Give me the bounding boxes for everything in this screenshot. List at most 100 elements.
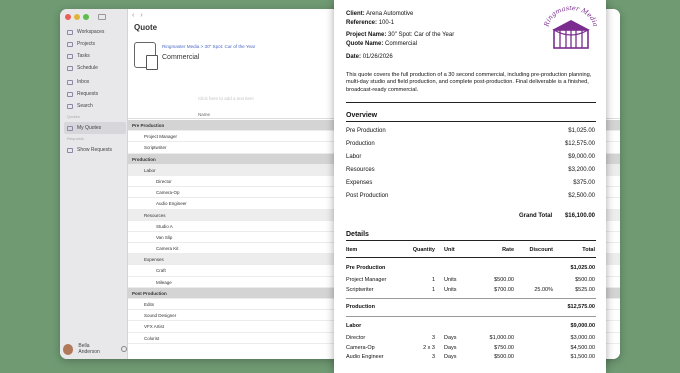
divider bbox=[346, 316, 596, 317]
sidebar-item-schedule[interactable]: Schedule bbox=[64, 62, 126, 74]
forward-button[interactable]: › bbox=[140, 12, 142, 19]
overview-label: Pre Production bbox=[346, 128, 386, 134]
client-value: Arena Automotive bbox=[366, 11, 414, 17]
details-col-item: Item bbox=[346, 247, 358, 253]
detail-unit: Units bbox=[444, 286, 457, 293]
details-col-quantity: Quantity bbox=[412, 247, 435, 253]
window-controls bbox=[65, 14, 106, 20]
row-name: Craft bbox=[156, 268, 166, 274]
row-name: Pre Production bbox=[132, 123, 165, 128]
row-name: Director bbox=[156, 178, 172, 184]
user-name: Bella Anderson bbox=[78, 343, 100, 355]
detail-total: $500.00 bbox=[575, 277, 595, 283]
current-user[interactable]: Bella Anderson bbox=[63, 343, 127, 355]
detail-item: Camera-Op bbox=[346, 344, 375, 351]
quote-report-sheet: Client: Arena Automotive Reference: 100-… bbox=[334, 0, 606, 373]
row-name: Edits bbox=[144, 302, 155, 307]
sidebar-item-label: Inbox bbox=[77, 79, 90, 85]
overview-amount: $2,500.00 bbox=[568, 193, 595, 199]
detail-quantity: 3 bbox=[431, 354, 435, 360]
sidebar-item-projects[interactable]: Projects bbox=[64, 38, 126, 50]
detail-total: $3,000.00 bbox=[570, 335, 595, 341]
row-name: VFX Artist bbox=[144, 324, 165, 330]
row-name: Sound Designer bbox=[144, 313, 177, 319]
sidebar-item-label: Workspaces bbox=[77, 29, 105, 35]
section-total: $1,025.00 bbox=[570, 265, 595, 271]
overview-label: Labor bbox=[346, 154, 362, 160]
quote-value: Commercial bbox=[385, 41, 418, 47]
project-value: 30" Spot: Car of the Year bbox=[388, 32, 455, 38]
sidebar-item-label: Requests bbox=[77, 91, 99, 97]
overview-heading: Overview bbox=[346, 112, 378, 119]
detail-unit: Days bbox=[444, 335, 457, 341]
row-name: Mileage bbox=[156, 279, 172, 285]
details-col-total: Total bbox=[582, 247, 595, 253]
reference-value: 100-1 bbox=[378, 20, 395, 26]
section-total: $9,000.00 bbox=[570, 323, 595, 329]
divider bbox=[346, 298, 596, 299]
overview-label: Production bbox=[346, 141, 375, 147]
details-heading: Details bbox=[346, 231, 369, 238]
sidebar-item-show-requests[interactable]: Show Requests bbox=[64, 144, 126, 156]
search-icon bbox=[67, 103, 73, 109]
sidebar-toggle-icon[interactable] bbox=[98, 14, 106, 20]
requests-list-icon bbox=[67, 147, 73, 153]
back-button[interactable]: ‹ bbox=[132, 12, 134, 19]
quote-header: Ringmaster Media > 30" Spot: Car of the … bbox=[134, 42, 255, 70]
sidebar-item-inbox[interactable]: Inbox bbox=[64, 76, 126, 88]
row-name: Production bbox=[132, 156, 156, 162]
avatar bbox=[63, 343, 74, 355]
row-name: Colorist bbox=[144, 335, 160, 341]
detail-discount: 25.00% bbox=[534, 286, 553, 293]
details-col-discount: Discount bbox=[529, 247, 553, 253]
row-name: Camera-Op bbox=[156, 190, 180, 196]
sidebar-item-tasks[interactable]: Tasks bbox=[64, 50, 126, 62]
ringmaster-media-logo: Ringmaster Media bbox=[542, 6, 600, 49]
detail-unit: Days bbox=[444, 344, 457, 351]
details-col-rate: Rate bbox=[502, 247, 514, 253]
inbox-icon bbox=[67, 79, 73, 85]
client-label: Client: bbox=[346, 11, 365, 17]
zoom-window-button[interactable] bbox=[83, 14, 89, 20]
sidebar-item-workspaces[interactable]: Workspaces bbox=[64, 26, 126, 38]
row-name: Expenses bbox=[144, 257, 164, 263]
detail-quantity: 2 x 3 bbox=[423, 344, 435, 351]
section-title: Pre Production bbox=[346, 265, 386, 271]
section-title: Production bbox=[346, 304, 376, 310]
row-name: Studio A bbox=[156, 223, 173, 229]
overview-amount: $12,575.00 bbox=[564, 141, 595, 147]
grand-total-value: $16,100.00 bbox=[564, 213, 595, 219]
detail-item: Project Manager bbox=[346, 277, 387, 283]
requests-icon bbox=[67, 91, 73, 97]
sync-icon[interactable] bbox=[121, 346, 127, 352]
column-name[interactable]: Name bbox=[198, 112, 210, 117]
overview-amount: $1,025.00 bbox=[568, 128, 595, 134]
detail-total: $4,500.00 bbox=[570, 344, 595, 351]
quotes-icon bbox=[67, 125, 73, 131]
notes-placeholder[interactable]: Click here to add a text item bbox=[198, 96, 254, 101]
detail-unit: Days bbox=[444, 354, 457, 360]
minimize-window-button[interactable] bbox=[74, 14, 80, 20]
sidebar-item-requests[interactable]: Requests bbox=[64, 88, 126, 100]
close-window-button[interactable] bbox=[65, 14, 71, 20]
breadcrumb[interactable]: Ringmaster Media > 30" Spot: Car of the … bbox=[162, 44, 255, 49]
row-name: Labor bbox=[144, 167, 156, 173]
calculator-document-icon bbox=[134, 42, 158, 70]
overview-label: Post Production bbox=[346, 193, 389, 199]
quote-label: Quote Name: bbox=[346, 41, 384, 47]
sidebar-item-search[interactable]: Search bbox=[64, 100, 126, 112]
section-total: $12,575.00 bbox=[567, 304, 595, 310]
details-col-unit: Unit bbox=[444, 247, 455, 253]
detail-item: Scriptwriter bbox=[346, 286, 374, 293]
quote-name[interactable]: Commercial bbox=[162, 54, 255, 61]
overview-label: Expenses bbox=[346, 180, 373, 186]
overview-amount: $9,000.00 bbox=[568, 154, 595, 160]
sidebar-item-label: Tasks bbox=[77, 53, 90, 59]
sidebar-item-label: Search bbox=[77, 103, 93, 109]
sidebar-item-my-quotes[interactable]: My Quotes bbox=[64, 122, 126, 134]
sidebar-item-label: Schedule bbox=[77, 65, 98, 71]
detail-rate: $700.00 bbox=[494, 286, 514, 293]
sidebar-item-label: My Quotes bbox=[77, 125, 102, 131]
overview-amount: $375.00 bbox=[573, 180, 595, 186]
row-name: Audio Engineer bbox=[156, 201, 187, 207]
